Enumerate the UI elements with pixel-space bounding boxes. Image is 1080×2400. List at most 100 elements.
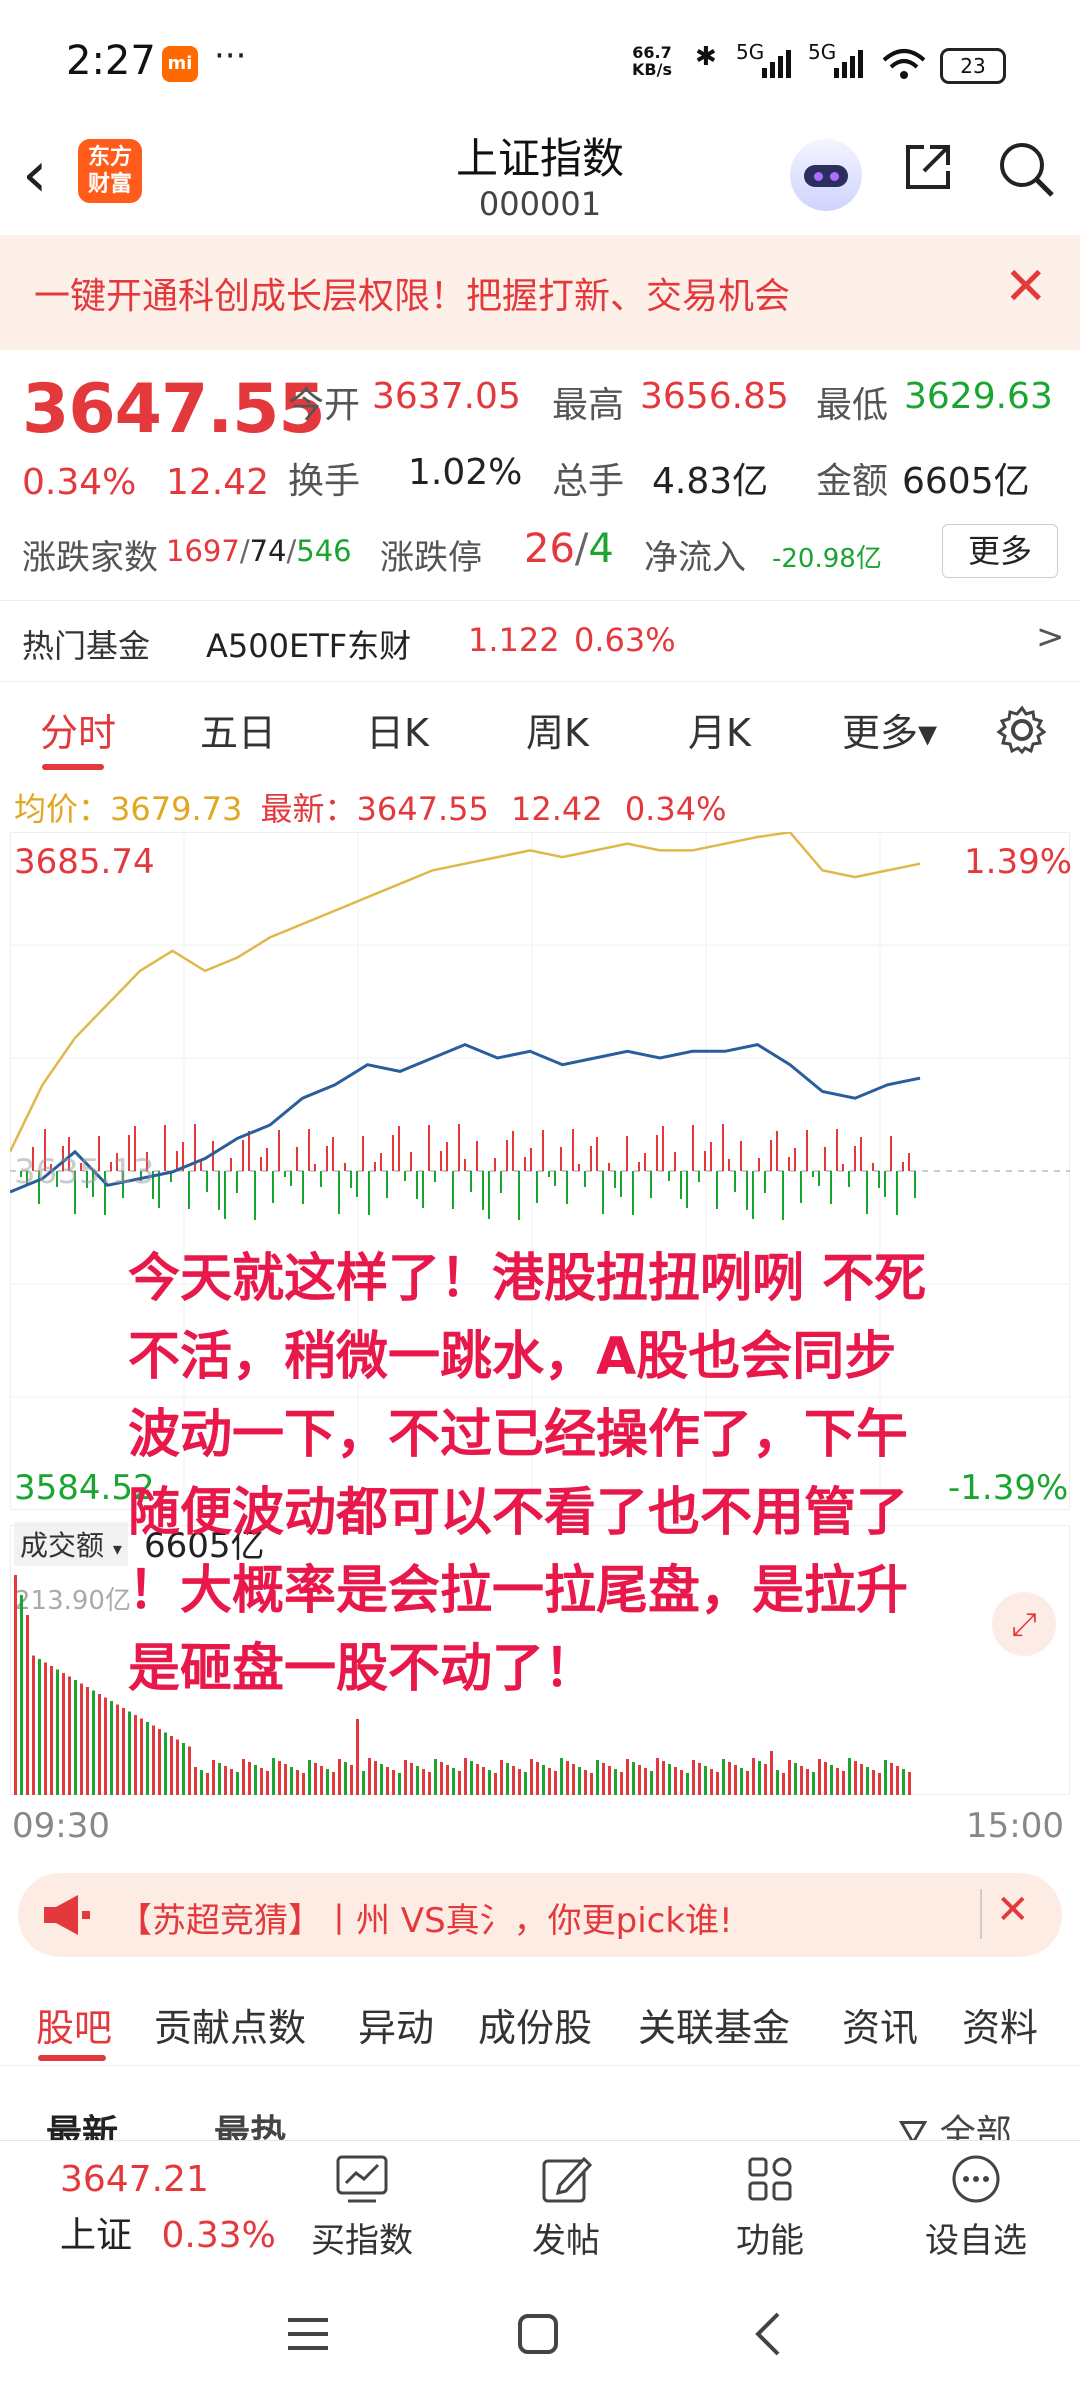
hot-fund-row[interactable]: 热门基金 A500ETF东财 1.122 0.63% > <box>0 600 1080 682</box>
breadth-bar <box>740 1141 742 1171</box>
breadth-bar <box>158 1171 160 1208</box>
tab-constituents[interactable]: 成份股 <box>478 1997 592 2052</box>
tab-weekly-k[interactable]: 周K <box>526 702 589 757</box>
volume-value: 4.83亿 <box>652 461 769 502</box>
banner-close-icon[interactable]: ✕ <box>1004 255 1048 319</box>
tab-intraday[interactable]: 分时 <box>40 702 116 757</box>
volume-bar <box>38 1659 41 1795</box>
volume-bar <box>398 1773 401 1795</box>
volume-bar <box>422 1769 425 1795</box>
sort-latest[interactable]: 最新 <box>46 2104 118 2140</box>
breadth-bar <box>416 1171 418 1199</box>
volume-bar <box>470 1761 473 1795</box>
breadth-bar <box>380 1153 382 1171</box>
volume-bar <box>110 1701 113 1795</box>
tab-profile[interactable]: 资料 <box>962 1997 1038 2052</box>
tab-five-day[interactable]: 五日 <box>200 702 276 757</box>
tab-movement[interactable]: 异动 <box>358 1997 434 2052</box>
volume-bar <box>506 1763 509 1795</box>
post-button[interactable]: 发帖 <box>496 2153 636 2262</box>
volume-bar <box>128 1711 131 1795</box>
volume-label: 总手 <box>552 461 625 502</box>
volume-bar <box>188 1746 191 1795</box>
tab-daily-k[interactable]: 日K <box>366 702 429 757</box>
tab-news[interactable]: 资讯 <box>842 1997 918 2052</box>
volume-bar <box>728 1762 731 1795</box>
signal-bars-icon-2 <box>834 50 863 78</box>
volume-bar <box>578 1767 581 1795</box>
y-axis-top-label: 3685.74 <box>14 842 155 882</box>
volume-bar <box>92 1690 95 1795</box>
avg-value: 3679.73 <box>110 790 243 828</box>
breadth-bar <box>758 1158 760 1171</box>
menu-nav-icon[interactable] <box>286 2314 330 2354</box>
volume-bar <box>170 1736 173 1795</box>
hot-fund-price: 1.122 <box>468 621 560 659</box>
buy-index-button[interactable]: 买指数 <box>292 2153 432 2262</box>
chevron-right-icon: > <box>1036 617 1065 657</box>
home-nav-icon[interactable] <box>516 2312 560 2356</box>
filter-button[interactable]: ⛛ 全部 <box>898 2104 1012 2140</box>
hot-fund-label: 热门基金 <box>22 627 151 665</box>
app-notification-icon: mi <box>162 46 198 82</box>
volume-bar <box>356 1719 359 1795</box>
volume-bar <box>452 1768 455 1795</box>
volume-bar <box>116 1704 119 1795</box>
tab-contribution[interactable]: 贡献点数 <box>154 1997 306 2052</box>
app-header: ‹ 东方 财富 上证指数 000001 <box>0 125 1080 235</box>
promo-close-icon[interactable]: ✕ <box>996 1887 1030 1933</box>
volume-bar <box>674 1767 677 1795</box>
volume-bar <box>482 1767 485 1795</box>
breadth-bar <box>752 1171 754 1219</box>
ai-assistant-icon[interactable] <box>790 139 862 211</box>
more-quote-button[interactable]: 更多 <box>942 524 1058 578</box>
breadth-bar <box>560 1147 562 1171</box>
volume-bar <box>434 1759 437 1795</box>
volume-bar <box>230 1769 233 1795</box>
volume-bar <box>218 1763 221 1795</box>
breadth-bar <box>818 1171 820 1186</box>
filter-icon: ⛛ <box>898 2113 929 2140</box>
signal-5g-1: 5G <box>736 40 765 64</box>
breadth-flat: 74 <box>249 534 287 568</box>
volume-bar <box>758 1761 761 1795</box>
breadth-bar <box>266 1148 268 1171</box>
subtab-indicator <box>38 2055 106 2061</box>
search-icon[interactable] <box>996 139 1056 199</box>
back-nav-icon[interactable] <box>752 2310 784 2358</box>
breadth-bar <box>188 1171 190 1209</box>
tab-guba[interactable]: 股吧 <box>36 1997 112 2052</box>
breadth-bar <box>644 1153 646 1171</box>
tab-monthly-k[interactable]: 月K <box>688 702 751 757</box>
breadth-bar <box>794 1148 796 1171</box>
volume-bar <box>530 1759 533 1795</box>
tab-related-funds[interactable]: 关联基金 <box>638 1997 790 2052</box>
volume-bar <box>806 1769 809 1795</box>
sort-hot[interactable]: 最热 <box>214 2104 286 2140</box>
volume-bar <box>86 1687 89 1795</box>
volume-bar <box>278 1761 281 1795</box>
breadth-bar <box>836 1129 838 1171</box>
volume-bar <box>500 1760 503 1795</box>
breadth-bar <box>500 1171 502 1193</box>
add-watchlist-button[interactable]: 设自选 <box>906 2153 1046 2262</box>
turnover-value: 1.02% <box>408 452 523 493</box>
breadth-up: 1697 <box>166 534 240 568</box>
promo-pill[interactable]: 【苏超竞猜】丨州 VS真氵，你更pick谁! ✕ <box>18 1873 1062 1957</box>
volume-bar <box>458 1771 461 1795</box>
breadth-bar <box>662 1126 664 1171</box>
breadth-bar <box>686 1171 688 1208</box>
promo-banner[interactable]: 一键开通科创成长层权限！把握打新、交易机会 ✕ <box>0 235 1080 350</box>
breadth-bar <box>440 1151 442 1171</box>
index-ticker[interactable]: 3647.21 上证 0.33% <box>60 2159 276 2258</box>
volume-bar <box>824 1762 827 1795</box>
function-button[interactable]: 功能 <box>700 2153 840 2262</box>
volume-bar <box>626 1759 629 1795</box>
share-icon[interactable] <box>900 139 956 195</box>
volume-bar <box>872 1770 875 1795</box>
breadth-bar <box>638 1162 640 1171</box>
breadth-bar <box>680 1171 682 1199</box>
tab-more[interactable]: 更多▾ <box>842 702 937 757</box>
overlay-line-4: 随便波动都可以不看了也不用管了 <box>128 1483 909 1543</box>
settings-gear-icon[interactable] <box>996 704 1048 756</box>
